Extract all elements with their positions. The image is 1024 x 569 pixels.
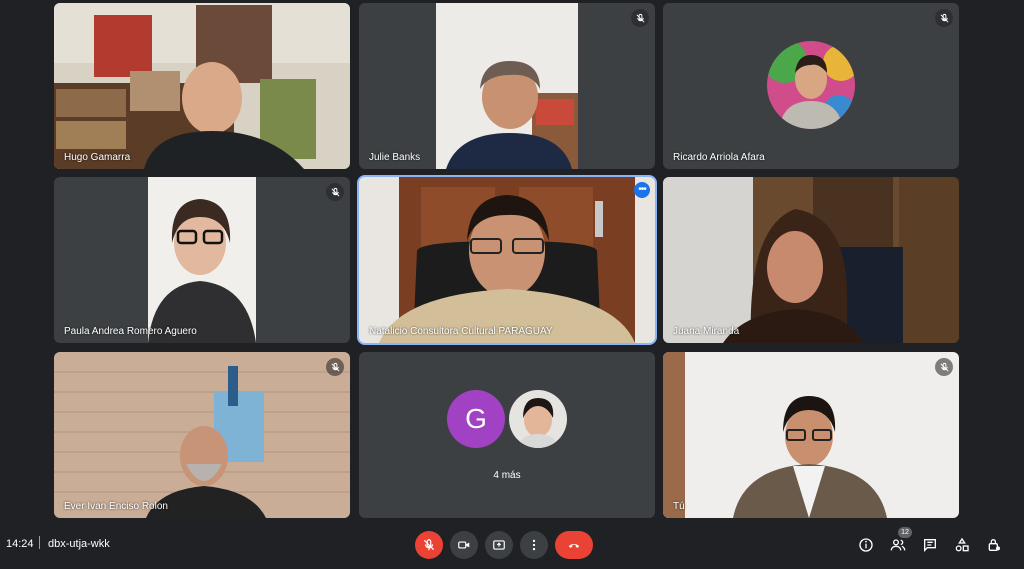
present-icon — [493, 540, 505, 550]
host-controls-button[interactable] — [985, 536, 1003, 554]
participant-tile-julie[interactable]: Julie Banks — [359, 3, 655, 169]
participant-video — [663, 177, 959, 343]
participant-name: Juana Miranda — [673, 326, 740, 337]
mic-toggle-button[interactable] — [415, 531, 443, 559]
meeting-code: dbx-utja-wkk — [48, 538, 110, 550]
muted-indicator — [631, 9, 649, 27]
meeting-details-button[interactable] — [857, 536, 875, 554]
more-options-button[interactable] — [520, 531, 548, 559]
host-controls-icon — [988, 539, 1000, 551]
participant-name: Julie Banks — [369, 152, 421, 163]
mic-off-icon — [940, 362, 948, 371]
participant-video — [663, 352, 959, 518]
more-participants-label: 4 más — [493, 470, 521, 481]
camera-icon — [458, 541, 470, 549]
participant-name: Hugo Gamarra — [64, 152, 131, 163]
participant-tile-hugo[interactable]: Hugo Gamarra — [54, 3, 350, 169]
participant-name: Ever Ivan Enciso Rolon — [64, 501, 168, 512]
more-options-icon — [532, 539, 536, 551]
participant-tile-paula[interactable]: Paula Andrea Romero Aguero — [54, 177, 350, 343]
participant-tile-ever[interactable]: Ever Ivan Enciso Rolon — [54, 352, 350, 518]
muted-indicator — [935, 9, 953, 27]
chat-button[interactable] — [921, 536, 939, 554]
mic-off-icon — [636, 13, 644, 22]
participant-video — [148, 177, 256, 343]
camera-toggle-button[interactable] — [450, 531, 478, 559]
meeting-toolbar: 14:24 dbx-utja-wkk — [0, 524, 1024, 569]
participant-tile-juana[interactable]: Juana Miranda — [663, 177, 959, 343]
mic-off-icon — [331, 362, 339, 371]
muted-indicator — [326, 183, 344, 201]
people-button[interactable] — [889, 536, 907, 554]
chat-icon — [924, 539, 936, 552]
participant-name: Ricardo Arriola Afara — [673, 152, 765, 163]
others-avatars: G — [359, 390, 655, 450]
participant-name: Natalicio Consultora Cultural PARAGUAY — [369, 326, 553, 337]
activities-icon — [955, 537, 969, 552]
avatar — [509, 390, 567, 448]
participant-video — [436, 3, 578, 169]
others-tile[interactable]: G 4 más — [359, 352, 655, 518]
participant-name: Paula Andrea Romero Aguero — [64, 326, 197, 337]
muted-indicator — [326, 358, 344, 376]
more-options-icon[interactable]: ••• — [634, 182, 650, 198]
activities-button[interactable] — [953, 536, 971, 554]
present-button[interactable] — [485, 531, 513, 559]
participant-tile-natalicio[interactable]: ••• Natalicio Consultora Cultural PARAGU… — [357, 175, 657, 345]
avatar — [767, 41, 855, 129]
participant-video — [54, 352, 350, 518]
info-icon — [859, 538, 873, 552]
mic-off-icon — [331, 187, 339, 196]
people-count-badge: 12 — [898, 527, 912, 538]
leave-call-button[interactable] — [555, 531, 593, 559]
participant-tile-self[interactable]: Tú — [663, 352, 959, 518]
participant-video — [54, 3, 350, 169]
participant-name: Tú — [673, 501, 685, 512]
muted-indicator — [935, 358, 953, 376]
divider — [39, 536, 40, 549]
mic-off-icon — [940, 13, 948, 22]
hang-up-icon — [568, 543, 580, 548]
meeting-time: 14:24 — [6, 538, 34, 550]
participant-tile-ricardo[interactable]: Ricardo Arriola Afara — [663, 3, 959, 169]
avatar: G — [447, 390, 505, 448]
participant-video — [359, 177, 655, 343]
people-icon — [890, 539, 906, 551]
mic-off-icon — [423, 539, 435, 551]
